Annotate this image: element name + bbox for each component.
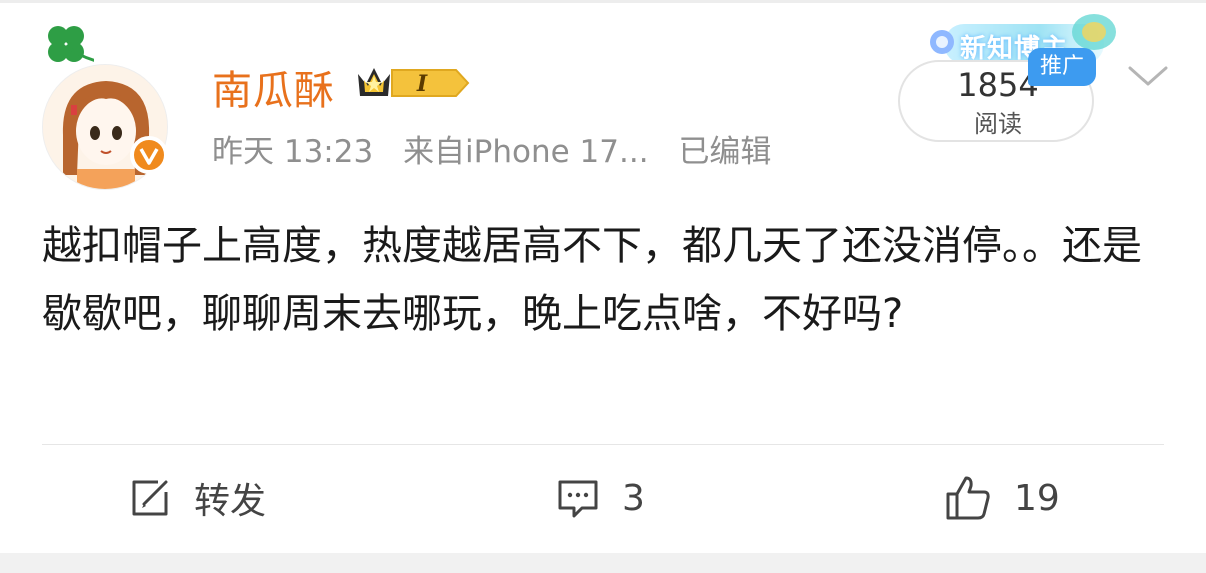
thumbs-up-icon [946, 476, 990, 520]
repost-button[interactable]: 转发 [128, 472, 266, 524]
verified-v-icon [130, 136, 168, 174]
post-meta: 昨天 13:23 来自iPhone 17... 已编辑 [212, 126, 791, 171]
post-source[interactable]: 来自iPhone 17... [403, 134, 649, 170]
top-separator [0, 0, 1206, 3]
post-content: 越扣帽子上高度，热度越居高不下，都几天了还没消停。。还是歇歇吧，聊聊周末去哪玩，… [42, 223, 1142, 337]
comment-count: 3 [622, 477, 645, 519]
repost-label: 转发 [194, 481, 267, 522]
username[interactable]: 南瓜酥 [212, 58, 335, 116]
level-badge-text: I [416, 71, 428, 97]
post-time: 昨天 13:23 [212, 134, 374, 170]
read-label: 阅读 [974, 110, 1022, 138]
post-edited[interactable]: 已编辑 [678, 134, 771, 170]
crown-level-icon[interactable]: I [352, 60, 472, 106]
like-button[interactable]: 19 [944, 472, 1060, 524]
chevron-down-icon[interactable] [1126, 62, 1170, 90]
promo-tag: 推广 [1028, 48, 1096, 86]
comment-icon [558, 480, 598, 518]
bottom-separator [0, 553, 1206, 573]
like-count: 19 [1014, 477, 1060, 519]
comment-button[interactable]: 3 [556, 472, 645, 524]
repost-icon [132, 480, 168, 516]
weibo-post-card: 南瓜酥 I 昨天 13:23 来自iPhone 17... 已编辑 新知博主 1… [0, 0, 1206, 573]
avatar-container[interactable] [40, 20, 175, 190]
divider [42, 444, 1164, 445]
